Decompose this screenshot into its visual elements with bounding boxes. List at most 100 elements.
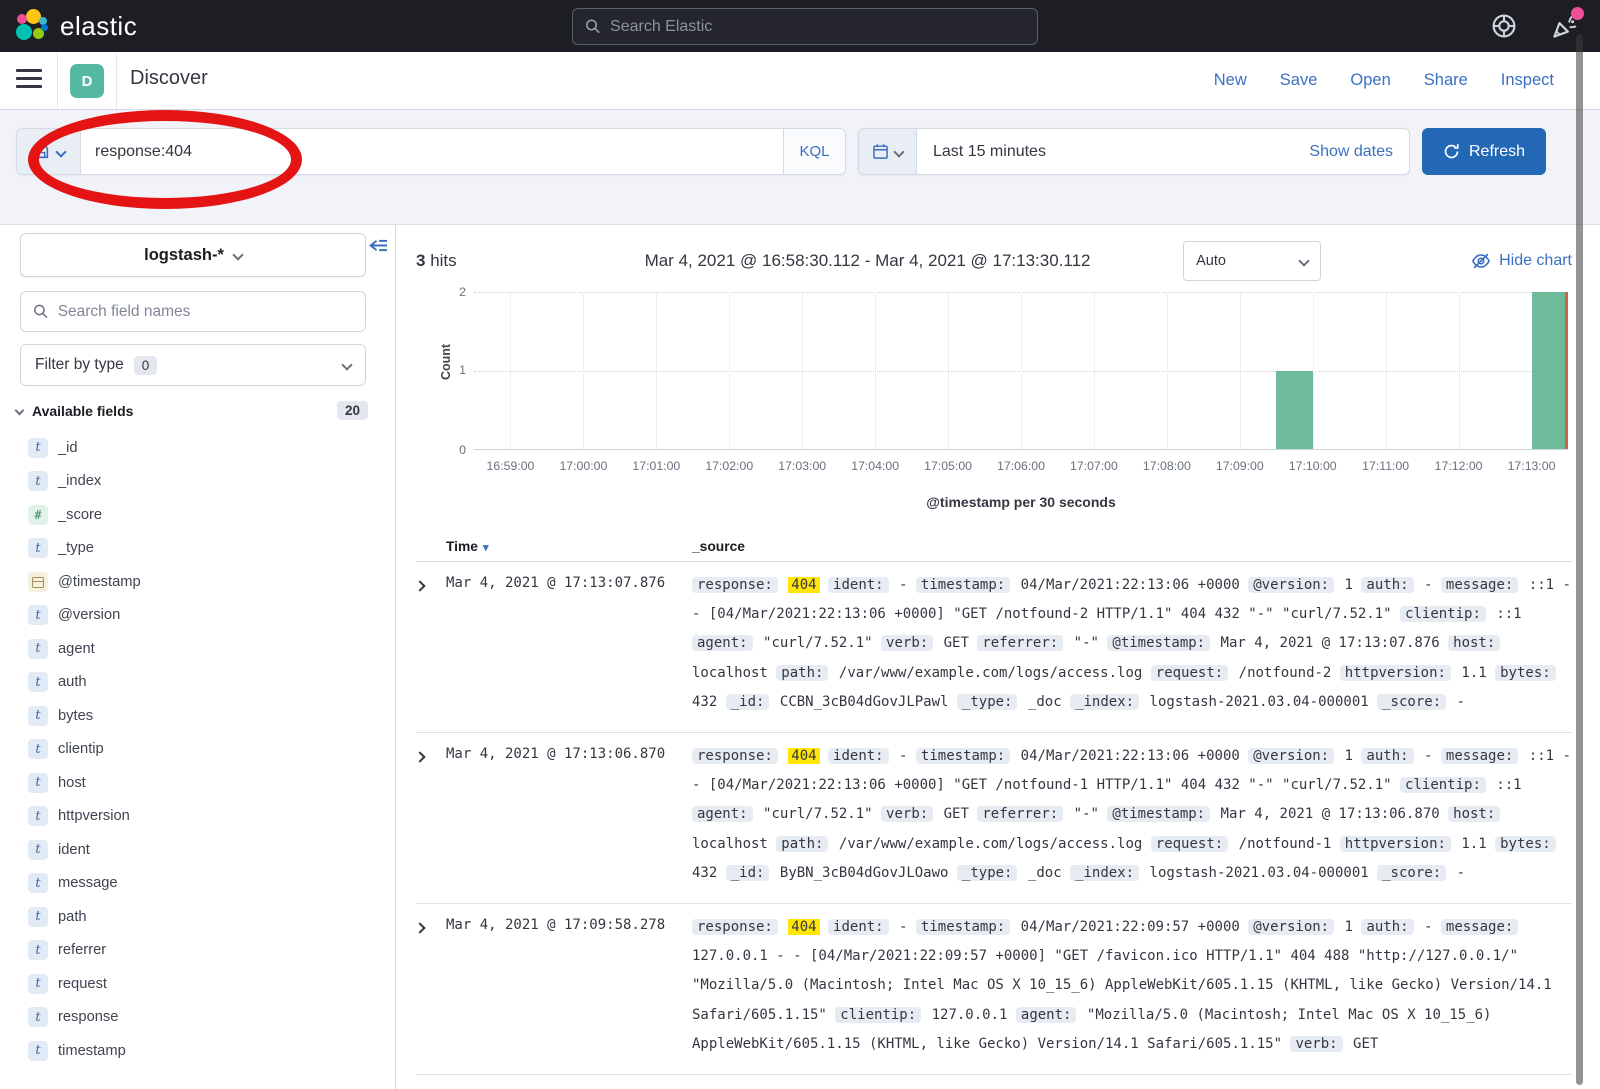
- hide-chart-label: Hide chart: [1499, 252, 1572, 270]
- gridline: [948, 292, 949, 449]
- text-field-icon: t: [28, 907, 48, 927]
- table-row: Mar 4, 2021 @ 17:13:07.876response: 404 …: [416, 562, 1572, 733]
- global-search-input[interactable]: [610, 18, 1025, 36]
- expand-row-icon[interactable]: [416, 913, 446, 1059]
- field-item[interactable]: thost: [28, 766, 378, 800]
- field-search-input[interactable]: [58, 303, 353, 321]
- field-item[interactable]: tclientip: [28, 733, 378, 767]
- chevron-down-icon: [55, 146, 66, 157]
- text-field-icon: t: [28, 605, 48, 625]
- source-field-pill: clientip:: [835, 1007, 921, 1023]
- gridline: [729, 292, 730, 449]
- field-name: _type: [58, 540, 94, 556]
- source-field-pill: verb:: [881, 635, 933, 651]
- source-field-pill: auth:: [1361, 577, 1413, 593]
- field-item[interactable]: tresponse: [28, 1001, 378, 1035]
- field-item[interactable]: t request: [28, 967, 378, 1001]
- field-item[interactable]: tident: [28, 833, 378, 867]
- menu-icon[interactable]: [16, 69, 42, 91]
- gridline: [1386, 292, 1387, 449]
- gridline: [1240, 292, 1241, 449]
- search-icon: [33, 303, 49, 320]
- text-field-icon: t: [28, 773, 48, 793]
- field-name: path: [58, 909, 87, 925]
- available-fields-header[interactable]: Available fields 20: [16, 401, 368, 420]
- field-item[interactable]: t@version: [28, 599, 378, 633]
- available-fields-count: 20: [337, 401, 368, 420]
- global-search-box[interactable]: [572, 8, 1038, 45]
- source-field-pill: _score:: [1377, 694, 1446, 710]
- hits-label: hits: [430, 251, 456, 270]
- gridline: [875, 292, 876, 449]
- new-button[interactable]: New: [1214, 71, 1247, 90]
- field-item[interactable]: t_type: [28, 532, 378, 566]
- saved-query-menu-button[interactable]: [17, 129, 81, 174]
- field-name: referrer: [58, 942, 106, 958]
- text-field-icon: t: [28, 974, 48, 994]
- share-button[interactable]: Share: [1424, 71, 1468, 90]
- field-name: host: [58, 775, 86, 791]
- interval-value: Auto: [1196, 253, 1226, 269]
- source-field-pill: clientip:: [1400, 777, 1486, 793]
- scrollbar-thumb[interactable]: [1576, 34, 1583, 1085]
- hide-chart-link[interactable]: Hide chart: [1471, 251, 1572, 271]
- field-item[interactable]: tpath: [28, 900, 378, 934]
- field-item[interactable]: tmessage: [28, 867, 378, 901]
- field-search-box[interactable]: [20, 291, 366, 332]
- search-icon: [585, 18, 601, 35]
- field-item[interactable]: #_score: [28, 498, 378, 532]
- inspect-button[interactable]: Inspect: [1501, 71, 1554, 90]
- text-field-icon: t: [28, 873, 48, 893]
- time-column-header[interactable]: Time▾: [446, 539, 692, 554]
- open-button[interactable]: Open: [1350, 71, 1390, 90]
- field-name: request: [58, 976, 107, 992]
- source-field-pill: auth:: [1361, 919, 1413, 935]
- field-item[interactable]: ttimestamp: [28, 1034, 378, 1068]
- x-tick-label: 17:12:00: [1435, 459, 1483, 473]
- doc-source: response: 404 ident: - timestamp: 04/Mar…: [692, 913, 1572, 1059]
- filter-by-type-select[interactable]: Filter by type 0: [20, 344, 366, 386]
- time-range-value[interactable]: Last 15 minutes: [917, 129, 1293, 174]
- refresh-button[interactable]: Refresh: [1422, 128, 1546, 175]
- query-input[interactable]: [81, 129, 783, 174]
- field-item[interactable]: @timestamp: [28, 565, 378, 599]
- chevron-down-icon: [15, 406, 25, 416]
- source-field-pill: request:: [1151, 665, 1228, 681]
- collapse-sidebar-icon[interactable]: [368, 235, 389, 256]
- field-item[interactable]: treferrer: [28, 934, 378, 968]
- expand-row-icon[interactable]: [416, 571, 446, 717]
- field-item[interactable]: t_id: [28, 431, 378, 465]
- index-pattern-select[interactable]: logstash-*: [20, 233, 366, 277]
- field-item[interactable]: thttpversion: [28, 800, 378, 834]
- source-field-pill: _id:: [726, 694, 770, 710]
- field-item[interactable]: tagent: [28, 632, 378, 666]
- show-dates-link[interactable]: Show dates: [1293, 129, 1409, 174]
- gridline: [583, 292, 584, 449]
- interval-select[interactable]: Auto: [1183, 241, 1321, 281]
- save-button[interactable]: Save: [1280, 71, 1318, 90]
- chart-time-range: Mar 4, 2021 @ 16:58:30.112 - Mar 4, 2021…: [566, 251, 1169, 271]
- sort-desc-icon[interactable]: ▾: [483, 541, 489, 554]
- discover-app-badge[interactable]: D: [70, 64, 104, 98]
- query-language-button[interactable]: KQL: [783, 129, 845, 174]
- field-name: response: [58, 1009, 118, 1025]
- help-icon[interactable]: [1491, 13, 1517, 39]
- source-field-pill: httpversion:: [1340, 836, 1451, 852]
- field-item[interactable]: t_index: [28, 465, 378, 499]
- histogram-bar: [1276, 371, 1312, 450]
- source-field-pill: bytes:: [1495, 836, 1556, 852]
- source-field-pill: _index:: [1070, 694, 1139, 710]
- elastic-logo[interactable]: elastic: [14, 8, 137, 44]
- expand-row-icon[interactable]: [416, 742, 446, 888]
- source-field-pill: _score:: [1377, 865, 1446, 881]
- source-field-pill: bytes:: [1495, 665, 1556, 681]
- x-tick-label: 17:04:00: [851, 459, 899, 473]
- field-name: _id: [58, 440, 78, 456]
- source-field-pill: @version:: [1248, 919, 1334, 935]
- source-field-pill: @version:: [1248, 748, 1334, 764]
- source-field-pill: _id:: [726, 865, 770, 881]
- date-picker-menu-button[interactable]: [859, 129, 917, 174]
- field-item[interactable]: tauth: [28, 666, 378, 700]
- results-panel: 3 hits Mar 4, 2021 @ 16:58:30.112 - Mar …: [396, 225, 1600, 1089]
- field-item[interactable]: tbytes: [28, 699, 378, 733]
